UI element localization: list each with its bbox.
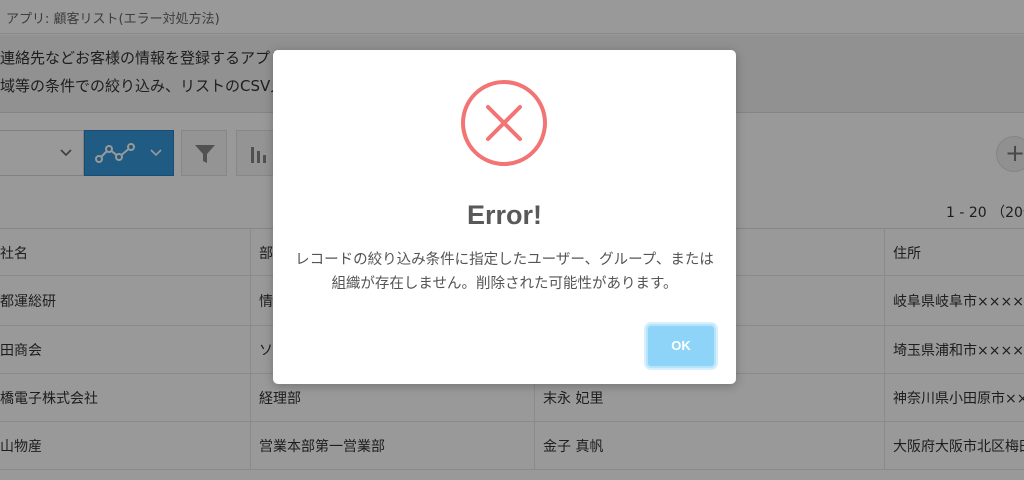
x-mark-icon: [486, 105, 522, 141]
ok-button[interactable]: OK: [646, 324, 716, 368]
error-dialog: Error! レコードの絞り込み条件に指定したユーザー、グループ、または組織が存…: [273, 50, 736, 384]
error-x-icon: [461, 80, 547, 166]
dialog-message: レコードの絞り込み条件に指定したユーザー、グループ、または組織が存在しません。削…: [295, 252, 714, 292]
dialog-title: Error!: [466, 200, 542, 230]
